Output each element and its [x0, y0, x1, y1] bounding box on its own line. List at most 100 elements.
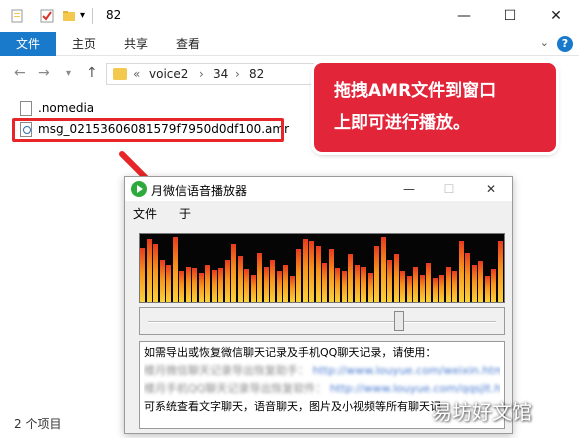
spectrum-bar [478, 261, 483, 302]
spectrum-bar [400, 271, 405, 302]
spectrum-bar [276, 271, 282, 302]
tab-share[interactable]: 共享 [124, 32, 148, 56]
audio-spectrum [139, 233, 505, 303]
blurred-link[interactable]: http://www.louyue.com/weixin.htm [313, 364, 501, 377]
spectrum-bar [153, 244, 158, 302]
close-button[interactable]: ✕ [533, 0, 579, 32]
spectrum-bar [374, 246, 379, 302]
breadcrumb-separator[interactable]: › [199, 67, 204, 81]
file-highlight-box [12, 118, 284, 142]
minimize-button[interactable]: — [441, 0, 487, 32]
breadcrumb-overflow[interactable]: « [133, 67, 140, 81]
spectrum-bar [458, 240, 464, 302]
maximize-button[interactable]: ☐ [487, 0, 533, 32]
spectrum-bar [497, 240, 503, 302]
spectrum-bar [159, 259, 165, 302]
file-icon [20, 101, 32, 116]
spectrum-bar [322, 262, 327, 302]
breadcrumb-voice2[interactable]: voice2 [149, 67, 188, 81]
spectrum-bar [166, 264, 171, 302]
forward-arrow-icon[interactable]: → [38, 65, 50, 81]
spectrum-bar [140, 247, 145, 302]
player-title: 月微信语音播放器 [151, 184, 248, 198]
spectrum-bar [185, 266, 191, 302]
spectrum-bar [289, 276, 295, 302]
recent-locations-icon[interactable]: ▾ [66, 68, 71, 79]
up-arrow-icon[interactable]: ↑ [86, 65, 98, 81]
spectrum-bar [471, 264, 477, 302]
ribbon: 文件 主页 共享 查看 ⌄ ? [0, 32, 579, 56]
back-arrow-icon[interactable]: ← [14, 65, 26, 81]
play-logo-icon [131, 181, 147, 197]
spectrum-bar [380, 237, 386, 302]
spectrum-bar [231, 244, 236, 302]
status-item-count: 2 个项目 [14, 417, 62, 431]
breadcrumb-separator[interactable]: › [235, 67, 240, 81]
folder-icon [113, 68, 127, 80]
spectrum-bar [439, 274, 444, 302]
spectrum-bar [348, 254, 353, 302]
spectrum-bar [341, 271, 347, 302]
file-name: .nomedia [38, 101, 95, 115]
player-title-bar: 月微信语音播放器 — ☐ ✕ [125, 177, 512, 201]
spectrum-bar [283, 264, 288, 302]
spectrum-bar [335, 268, 340, 302]
tab-view[interactable]: 查看 [176, 32, 200, 56]
spectrum-bar [367, 273, 373, 302]
slider-thumb[interactable] [393, 311, 404, 331]
spectrum-bar [452, 271, 457, 302]
window-title: 82 [106, 8, 122, 22]
checkmark-icon[interactable] [40, 9, 54, 23]
ribbon-collapse-icon[interactable]: ⌄ [540, 36, 549, 49]
spectrum-bar [237, 255, 243, 302]
spectrum-bar [205, 264, 210, 302]
info-line: 如需导出或恢复微信聊天记录及手机QQ聊天记录，请使用： [144, 346, 437, 359]
tab-file[interactable]: 文件 [0, 32, 56, 56]
breadcrumb-34[interactable]: 34 [213, 67, 228, 81]
spectrum-bar [179, 271, 184, 302]
folder-icon[interactable] [62, 9, 76, 23]
slider-track[interactable] [148, 321, 496, 323]
spectrum-bar [484, 276, 490, 302]
tab-home[interactable]: 主页 [72, 32, 96, 56]
spectrum-bar [465, 253, 470, 302]
explorer-title-bar: ▾ 82 — ☐ ✕ [0, 0, 579, 32]
blurred-text: 楼月手机QQ聊天记录导出恢复软件： [144, 382, 327, 395]
watermark-text: 易坊好文馆 [432, 400, 532, 424]
seek-slider[interactable] [139, 307, 505, 335]
info-line-blurred: 楼月微信聊天记录导出恢复助手： http://www.louyue.com/we… [144, 362, 500, 380]
spectrum-bar [198, 273, 204, 302]
menu-about[interactable]: 于 [179, 205, 191, 222]
spectrum-bar [406, 276, 412, 302]
spectrum-bar [224, 259, 230, 302]
player-minimize-button[interactable]: — [389, 177, 429, 201]
spectrum-bar [218, 268, 223, 302]
spectrum-bar [309, 240, 314, 302]
spectrum-bar [426, 262, 431, 302]
file-icon [10, 9, 24, 23]
spectrum-bar [146, 239, 152, 302]
callout-line-2: 上即可进行播放。 [334, 113, 470, 133]
spectrum-bar [302, 239, 308, 302]
spectrum-bar [211, 270, 217, 302]
spectrum-bar [244, 269, 249, 302]
breadcrumb-82[interactable]: 82 [249, 67, 264, 81]
spectrum-bar [413, 266, 418, 302]
spectrum-bar [257, 253, 262, 302]
instruction-callout: 拖拽AMR文件到窗口 上即可进行播放。 [314, 63, 556, 152]
menu-file[interactable]: 文件 [133, 205, 157, 222]
spectrum-bar [172, 237, 178, 302]
spectrum-bar [354, 264, 360, 302]
spectrum-bar [315, 246, 321, 302]
spectrum-bar [361, 266, 366, 302]
blurred-link[interactable]: http://www.louyue.com/qqsjlt.htm [330, 382, 500, 395]
spectrum-bar [445, 266, 451, 302]
player-close-button[interactable]: ✕ [471, 177, 511, 201]
callout-line-1: 拖拽AMR文件到窗口 [334, 81, 497, 101]
spectrum-bar [393, 254, 399, 302]
blurred-text: 楼月微信聊天记录导出恢复助手： [144, 364, 309, 377]
player-maximize-button[interactable]: ☐ [429, 177, 469, 201]
help-icon[interactable]: ? [557, 36, 573, 52]
spectrum-bar [250, 274, 256, 302]
spectrum-bar [263, 266, 269, 302]
